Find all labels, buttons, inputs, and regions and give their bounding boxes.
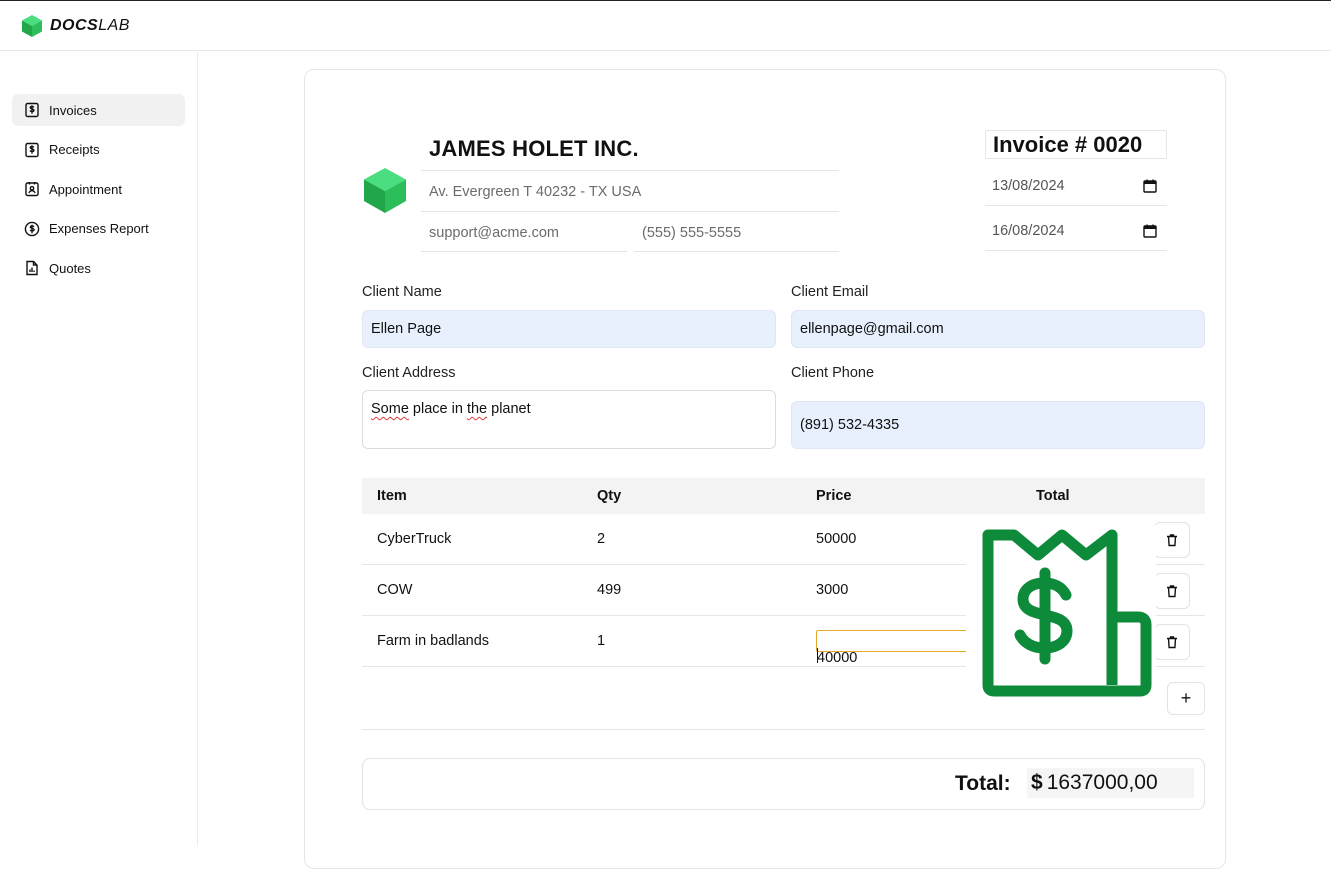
delete-row-button[interactable]	[1154, 522, 1190, 558]
column-header-price: Price	[816, 488, 852, 504]
receipt-dollar-icon	[982, 529, 1152, 697]
sidebar-item-label: Invoices	[49, 102, 97, 118]
item-price-cell[interactable]: 50000	[816, 531, 856, 547]
company-phone-field[interactable]: (555) 555-5555	[642, 225, 741, 241]
issue-date-input[interactable]: 13/08/2024	[985, 166, 1167, 206]
add-row-button[interactable]: +	[1167, 682, 1205, 715]
sidebar: Invoices Receipts Appointment Expenses R…	[0, 52, 198, 846]
item-name-cell[interactable]: COW	[377, 582, 412, 598]
total-amount-field[interactable]: $1637000,00	[1027, 768, 1194, 798]
sidebar-item-label: Expenses Report	[49, 221, 149, 237]
company-name-underline	[421, 170, 839, 171]
trash-icon	[1167, 585, 1177, 598]
trash-icon	[1167, 534, 1177, 547]
sidebar-item-label: Appointment	[49, 181, 122, 197]
invoice-dollar-icon	[24, 102, 40, 118]
items-table-header: Item Qty Price Total	[362, 478, 1205, 514]
dollar-circle-icon	[24, 221, 40, 237]
item-name-cell[interactable]: CyberTruck	[377, 531, 451, 547]
sidebar-item-label: Quotes	[49, 260, 91, 276]
section-divider	[362, 729, 1205, 730]
cube-logo-icon	[22, 14, 42, 37]
item-qty-cell[interactable]: 1	[597, 633, 605, 649]
company-address-field[interactable]: Av. Evergreen T 40232 - TX USA	[429, 184, 641, 200]
due-date-value: 16/08/2024	[992, 222, 1065, 239]
client-name-label: Client Name	[362, 284, 442, 300]
total-label: Total:	[955, 772, 1011, 795]
app-header: DOCSLAB	[0, 1, 1331, 51]
company-name-field[interactable]: JAMES HOLET INC.	[429, 136, 639, 162]
item-price-input-focused[interactable]: 40000	[816, 630, 974, 666]
total-summary: Total: $1637000,00	[362, 758, 1205, 810]
calendar-icon[interactable]	[1143, 224, 1157, 238]
company-address-underline	[421, 211, 839, 212]
brand-name: DOCSLAB	[50, 16, 130, 34]
item-price-cell[interactable]: 3000	[816, 582, 848, 598]
client-email-label: Client Email	[791, 284, 869, 300]
column-header-item: Item	[377, 488, 407, 504]
client-address-label: Client Address	[362, 365, 456, 381]
column-header-total: Total	[1036, 488, 1070, 504]
item-qty-cell[interactable]: 2	[597, 531, 605, 547]
item-qty-cell[interactable]: 499	[597, 582, 621, 598]
receipt-overlay	[966, 525, 1156, 703]
delete-row-button[interactable]	[1154, 573, 1190, 609]
receipt-dollar-icon	[24, 142, 40, 158]
brand-logo[interactable]: DOCSLAB	[20, 14, 130, 38]
client-email-input[interactable]: ellenpage@gmail.com	[791, 310, 1205, 348]
trash-icon	[1167, 636, 1177, 649]
client-phone-label: Client Phone	[791, 365, 875, 381]
column-header-qty: Qty	[597, 488, 622, 504]
sidebar-item-receipts[interactable]: Receipts	[12, 134, 185, 166]
document-chart-icon	[24, 260, 40, 276]
invoice-number-field[interactable]: Invoice # 0020	[985, 130, 1167, 159]
client-name-input[interactable]: Ellen Page	[362, 310, 776, 348]
client-address-textarea[interactable]: Some place in the planet	[362, 390, 776, 449]
client-phone-input[interactable]: (891) 532-4335	[791, 401, 1205, 449]
calendar-icon[interactable]	[1143, 179, 1157, 193]
company-phone-underline	[634, 251, 839, 252]
sidebar-item-label: Receipts	[49, 142, 100, 158]
sidebar-item-quotes[interactable]: Quotes	[12, 252, 185, 284]
sidebar-item-expenses-report[interactable]: Expenses Report	[12, 213, 185, 245]
sidebar-item-invoices[interactable]: Invoices	[12, 94, 185, 126]
delete-row-button[interactable]	[1154, 624, 1190, 660]
company-email-field[interactable]: support@acme.com	[429, 225, 559, 241]
due-date-input[interactable]: 16/08/2024	[985, 211, 1167, 251]
issue-date-value: 13/08/2024	[992, 177, 1065, 194]
item-name-cell[interactable]: Farm in badlands	[377, 633, 489, 649]
sidebar-item-appointment[interactable]: Appointment	[12, 173, 185, 205]
contact-card-icon	[24, 181, 40, 197]
company-logo-icon[interactable]	[362, 167, 408, 213]
company-email-underline	[421, 251, 627, 252]
